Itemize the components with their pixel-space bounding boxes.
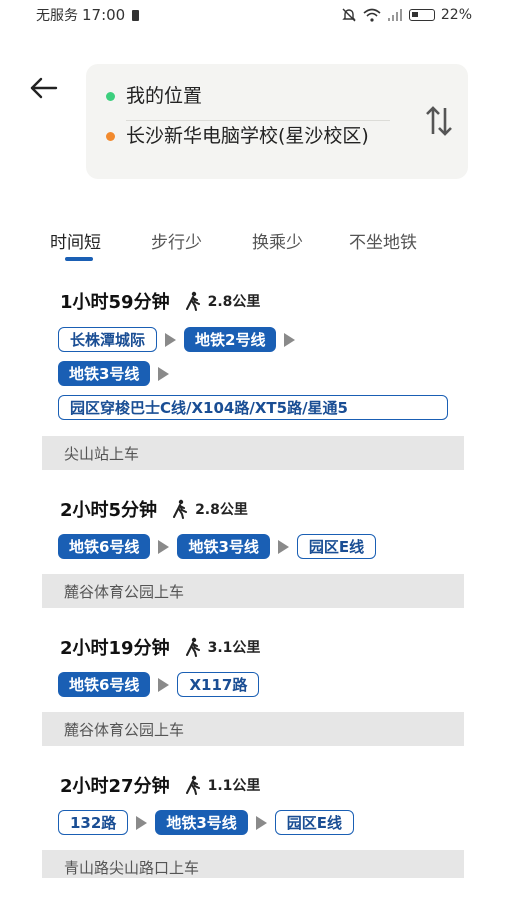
wifi-icon [363,8,381,22]
status-right: 22% [341,7,472,23]
signal-icon [387,9,402,21]
line-chip: 地铁6号线 [58,672,151,697]
plan-header: 2小时5分钟 2.8公里 [60,496,248,522]
line-row: 地铁3号线 [58,361,177,386]
line-chip: 地铁3号线 [58,361,151,386]
status-left: 无服务 17:00 [36,5,140,25]
line-row: 地铁6号线 X117路 [58,672,260,697]
boarding-info: 青山路尖山路口上车 [42,850,464,878]
line-chip: 地铁3号线 [155,810,248,835]
status-bar: 无服务 17:00 22% [0,0,506,30]
line-chip: 地铁6号线 [58,534,151,559]
mute-bell-icon [342,8,356,22]
tab-active-indicator [65,257,93,261]
swap-direction-icon[interactable] [424,104,454,138]
plan-duration: 2小时5分钟 [60,500,158,521]
transfer-arrow-icon [158,677,170,692]
walking-person-icon [185,291,200,311]
walking-person-icon [173,499,188,519]
line-row: 地铁6号线 地铁3号线 园区E线 [58,534,377,559]
back-arrow-icon[interactable] [28,74,60,102]
plan-walk-distance: 3.1公里 [207,640,261,656]
line-row: 132路 地铁3号线 园区E线 [58,810,354,835]
battery-text: 22% [440,7,472,23]
walking-person-icon [185,775,200,795]
boarding-info: 麓谷体育公园上车 [42,712,464,746]
plan-walk-distance: 2.8公里 [207,294,261,310]
transfer-arrow-icon [165,332,177,347]
tab-shortest-time[interactable]: 时间短 [50,228,101,253]
line-chip: 园区穿梭巴士C线/X104路/XT5路/星通5 [58,395,448,420]
tab-no-subway[interactable]: 不坐地铁 [349,228,417,253]
transfer-arrow-icon [158,366,170,381]
route-divider [126,120,390,121]
line-row: 园区穿梭巴士C线/X104路/XT5路/星通5 [58,395,448,420]
line-chip: 园区E线 [296,534,377,559]
destination-text: 长沙新华电脑学校(星沙校区) [126,125,369,147]
plan-header: 2小时27分钟 1.1公里 [60,772,260,798]
transfer-arrow-icon [136,815,148,830]
transfer-arrow-icon [277,539,289,554]
line-chip: 地铁2号线 [184,327,277,352]
transfer-arrow-icon [284,332,296,347]
clock-text: 17:00 [82,6,126,24]
destination-field[interactable]: 长沙新华电脑学校(星沙校区) [106,124,386,149]
line-chip: 园区E线 [274,810,354,835]
walking-person-icon [185,637,200,657]
line-row: 长株潭城际 地铁2号线 [58,327,303,352]
line-chip: 地铁3号线 [177,534,270,559]
transfer-arrow-icon [158,539,170,554]
line-chip: X117路 [177,672,260,697]
plan-walk-distance: 2.8公里 [195,502,248,518]
origin-dot-icon [106,92,115,101]
transfer-arrow-icon [255,815,267,830]
plan-duration: 2小时19分钟 [60,638,170,659]
plan-duration: 2小时27分钟 [60,776,170,797]
carrier-text: 无服务 [36,8,78,24]
route-card: 我的位置 长沙新华电脑学校(星沙校区) [86,64,468,179]
tab-fewer-transfers[interactable]: 换乘少 [252,228,303,253]
plan-header: 2小时19分钟 3.1公里 [60,634,260,660]
tab-less-walking[interactable]: 步行少 [151,228,202,253]
boarding-info: 尖山站上车 [42,436,464,470]
origin-text: 我的位置 [126,85,203,107]
destination-dot-icon [106,132,115,141]
line-chip: 132路 [58,810,129,835]
boarding-info: 麓谷体育公园上车 [42,574,464,608]
sort-tabs: 时间短 步行少 换乘少 不坐地铁 [0,228,506,264]
plan-header: 1小时59分钟 2.8公里 [60,288,260,314]
battery-icon [408,9,435,21]
line-chip: 长株潭城际 [58,327,158,352]
plan-duration: 1小时59分钟 [60,292,170,313]
plan-walk-distance: 1.1公里 [207,778,261,794]
origin-field[interactable]: 我的位置 [106,84,202,109]
sim-icon [132,9,140,21]
